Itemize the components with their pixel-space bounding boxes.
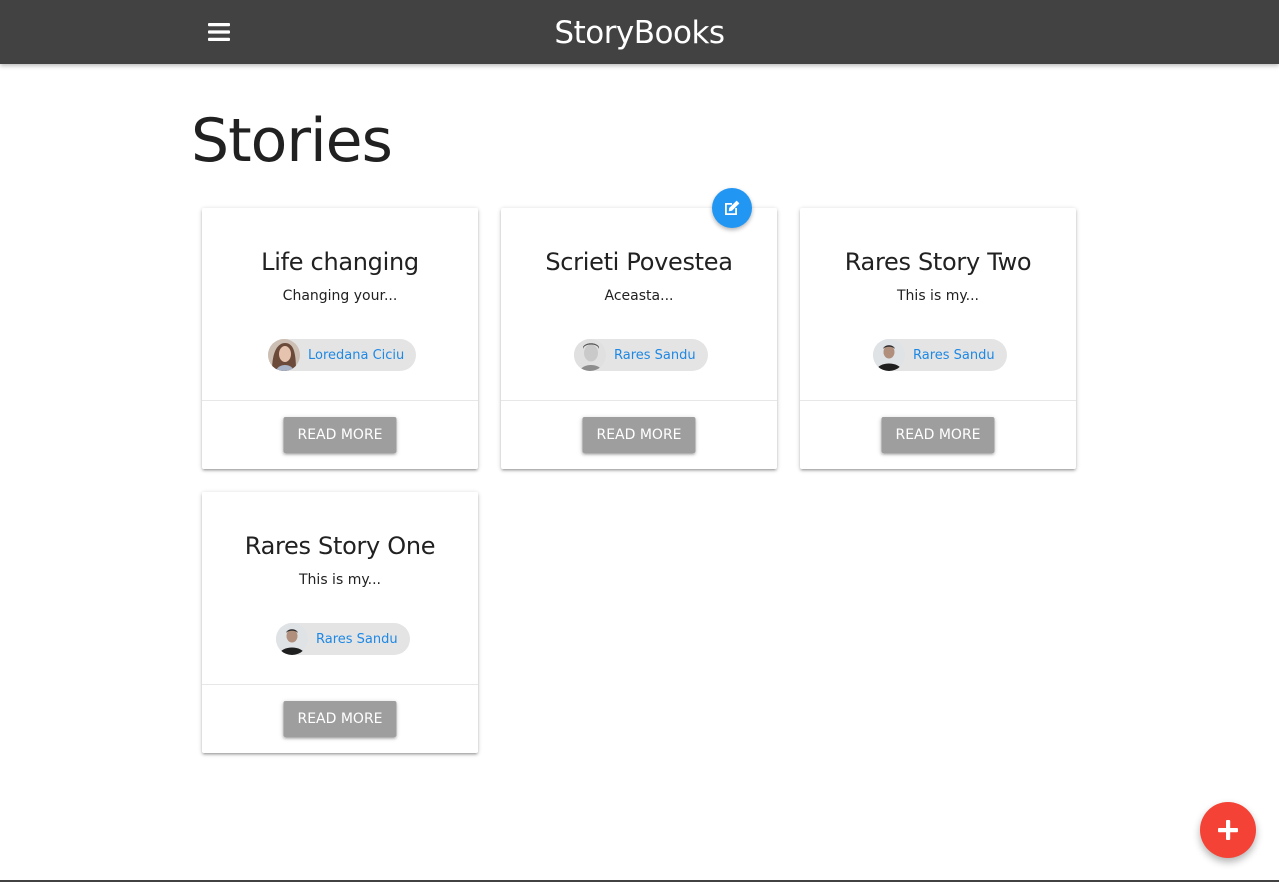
read-more-button[interactable]: Read More [582, 417, 696, 453]
author-chip[interactable]: Rares Sandu [574, 339, 708, 371]
page-title: Stories [191, 106, 393, 176]
avatar [873, 339, 905, 371]
story-title: Rares Story One [244, 532, 436, 560]
card-action: Read More [202, 684, 478, 753]
story-card: Rares Story One This is my... Rares Sand… [202, 492, 478, 753]
avatar [574, 339, 606, 371]
story-excerpt: This is my... [299, 572, 381, 588]
read-more-button[interactable]: Read More [881, 417, 995, 453]
author-chip[interactable]: Rares Sandu [276, 623, 410, 655]
avatar [268, 339, 300, 371]
card-action: Read More [800, 400, 1076, 469]
story-title: Life changing [261, 248, 419, 276]
card-action: Read More [202, 400, 478, 469]
story-excerpt: This is my... [897, 288, 979, 304]
card-content: Rares Story One This is my... Rares Sand… [202, 492, 478, 684]
card-content: Rares Story Two This is my... Rares Sand… [800, 208, 1076, 400]
read-more-button[interactable]: Read More [283, 417, 397, 453]
story-card: Life changing Changing your... Loredana … [202, 208, 478, 469]
author-name: Rares Sandu [316, 631, 398, 647]
story-card: Rares Story Two This is my... Rares Sand… [800, 208, 1076, 469]
edit-icon[interactable] [712, 188, 752, 228]
author-chip[interactable]: Loredana Ciciu [268, 339, 417, 371]
add-icon[interactable] [1200, 802, 1256, 858]
read-more-button[interactable]: Read More [283, 701, 397, 737]
author-name: Loredana Ciciu [308, 347, 405, 363]
brand-logo[interactable]: StoryBooks [0, 0, 1279, 64]
story-title: Scrieti Povestea [545, 248, 733, 276]
card-action: Read More [501, 400, 777, 469]
navbar: StoryBooks [0, 0, 1279, 64]
avatar [276, 623, 308, 655]
author-name: Rares Sandu [913, 347, 995, 363]
story-excerpt: Changing your... [282, 288, 398, 304]
author-name: Rares Sandu [614, 347, 696, 363]
story-card: Scrieti Povestea Aceasta... Rares Sandu … [501, 208, 777, 469]
card-content: Life changing Changing your... Loredana … [202, 208, 478, 400]
card-content: Scrieti Povestea Aceasta... Rares Sandu [501, 208, 777, 400]
story-excerpt: Aceasta... [604, 288, 674, 304]
story-title: Rares Story Two [844, 248, 1032, 276]
author-chip[interactable]: Rares Sandu [873, 339, 1007, 371]
